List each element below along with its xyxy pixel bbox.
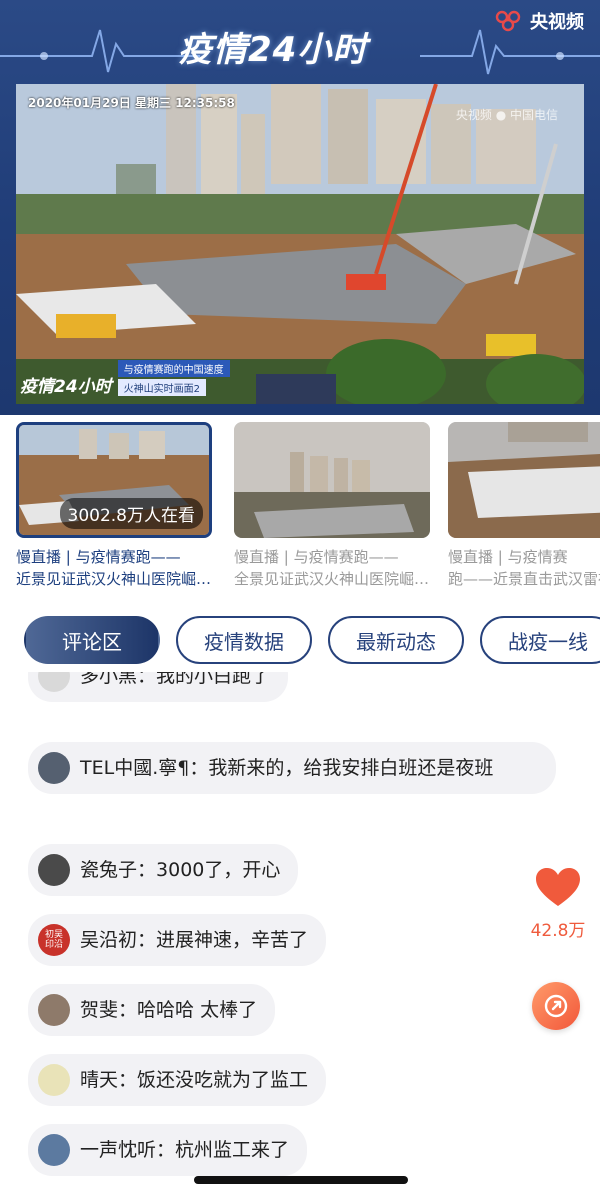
tab-epidemic-data[interactable]: 疫情数据 bbox=[176, 616, 312, 664]
comment-body: 哈哈哈 太棒了 bbox=[137, 999, 258, 1021]
avatar bbox=[38, 752, 70, 784]
avatar bbox=[38, 1064, 70, 1096]
comment-body: 3000了，开心 bbox=[156, 859, 281, 881]
show-title: 疫情24小时 bbox=[178, 30, 368, 70]
viewer-count: 3002.8万人在看 bbox=[59, 498, 203, 529]
header-banner: 疫情24小时 央视频 2020年01月29日 星期三 12:35:58 央视频 … bbox=[0, 0, 600, 415]
program-badge: 疫情24小时 与疫情赛跑的中国速度 火神山实时画面2 bbox=[20, 360, 230, 396]
channel-list[interactable]: 3002.8万人在看 慢直播 | 与疫情赛跑—— 近景见证武汉火神山医院崛… 慢… bbox=[16, 422, 600, 597]
caption-line-2: 跑——近景直击武汉雷神山医… bbox=[448, 570, 600, 588]
tab-frontline[interactable]: 战疫一线 bbox=[480, 616, 600, 664]
tab-comments[interactable]: 评论区 bbox=[24, 616, 160, 664]
comment-body: 杭州监工来了 bbox=[175, 1139, 290, 1161]
like-count: 42.8万 bbox=[530, 921, 586, 941]
comment-body: 饭还没吃就为了监工 bbox=[137, 1069, 309, 1091]
comment-text: 晴天：饭还没吃就为了监工 bbox=[80, 1069, 309, 1091]
program-title: 与疫情赛跑的中国速度 bbox=[117, 360, 230, 377]
video-watermark: 央视频 ● 中国电信 bbox=[455, 108, 558, 122]
share-button[interactable] bbox=[532, 982, 580, 1030]
avatar-seal: 初吴印沿 bbox=[38, 924, 70, 956]
comment-item: 一声忱听：杭州监工来了 bbox=[28, 1124, 308, 1176]
comment-text: 一声忱听：杭州监工来了 bbox=[80, 1139, 290, 1161]
brand-name: 央视频 bbox=[530, 12, 584, 33]
comment-user: TEL中國.寧¶ bbox=[80, 757, 190, 779]
video-timestamp: 2020年01月29日 星期三 12:35:58 bbox=[28, 96, 235, 110]
heart-icon bbox=[536, 868, 580, 906]
channel-card-1[interactable]: 3002.8万人在看 慢直播 | 与疫情赛跑—— 近景见证武汉火神山医院崛… bbox=[16, 422, 212, 590]
caption-line-2: 近景见证武汉火神山医院崛… bbox=[16, 570, 212, 588]
comment-list[interactable]: 多小黑：我的小白跑了 TEL中國.寧¶：我新来的，给我安排白班还是夜班 瓷兔子：… bbox=[0, 672, 600, 1195]
comment-item: 瓷兔子：3000了，开心 bbox=[28, 844, 299, 896]
caption-line-1: 慢直播 | 与疫情赛跑—— bbox=[234, 548, 399, 566]
comment-body: 我新来的，给我安排白班还是夜班 bbox=[208, 757, 494, 779]
construction-site-image bbox=[16, 84, 584, 404]
comment-body: 进展神速，辛苦了 bbox=[156, 929, 309, 951]
comment-user: 贺斐 bbox=[80, 999, 119, 1021]
comment-text: 瓷兔子：3000了，开心 bbox=[80, 859, 281, 881]
caption-line-1: 慢直播 | 与疫情赛 bbox=[448, 548, 568, 566]
comment-item: 晴天：饭还没吃就为了监工 bbox=[28, 1054, 327, 1106]
cctv-logo-icon bbox=[495, 10, 521, 32]
live-video-player[interactable]: 2020年01月29日 星期三 12:35:58 央视频 ● 中国电信 疫情24… bbox=[16, 84, 584, 404]
comment-item: 多小黑：我的小白跑了 bbox=[28, 672, 289, 702]
brand: 央视频 bbox=[494, 8, 584, 34]
avatar bbox=[38, 994, 70, 1026]
avatar bbox=[38, 854, 70, 886]
comment-text: 贺斐：哈哈哈 太棒了 bbox=[80, 999, 258, 1021]
avatar bbox=[38, 672, 70, 692]
comment-text: TEL中國.寧¶：我新来的，给我安排白班还是夜班 bbox=[80, 757, 494, 779]
comment-text: 多小黑：我的小白跑了 bbox=[80, 672, 270, 692]
comment-user: 多小黑 bbox=[80, 672, 138, 687]
channel-caption: 慢直播 | 与疫情赛跑—— 近景见证武汉火神山医院崛… bbox=[16, 546, 212, 590]
tab-latest-news[interactable]: 最新动态 bbox=[328, 616, 464, 664]
home-indicator[interactable] bbox=[194, 1176, 408, 1184]
channel-caption: 慢直播 | 与疫情赛 跑——近景直击武汉雷神山医… bbox=[448, 546, 600, 590]
comment-item: TEL中國.寧¶：我新来的，给我安排白班还是夜班 bbox=[28, 742, 556, 794]
channel-card-3[interactable]: 慢直播 | 与疫情赛 跑——近景直击武汉雷神山医… bbox=[448, 422, 600, 590]
comment-item: 贺斐：哈哈哈 太棒了 bbox=[28, 984, 276, 1036]
comment-user: 晴天 bbox=[80, 1069, 119, 1091]
comment-text: 吴沿初：进展神速，辛苦了 bbox=[80, 929, 309, 951]
channel-thumbnail: 3002.8万人在看 bbox=[16, 422, 212, 538]
section-tabs[interactable]: 评论区 疫情数据 最新动态 战疫一线 bbox=[24, 616, 600, 666]
like-button[interactable]: 42.8万 bbox=[528, 866, 588, 941]
avatar bbox=[38, 1134, 70, 1166]
channel-caption: 慢直播 | 与疫情赛跑—— 全景见证武汉火神山医院崛… bbox=[234, 546, 430, 590]
program-subtitle: 火神山实时画面2 bbox=[117, 379, 207, 396]
comment-body: 我的小白跑了 bbox=[156, 672, 271, 687]
comment-user: 瓷兔子 bbox=[80, 859, 138, 881]
comment-item: 初吴印沿 吴沿初：进展神速，辛苦了 bbox=[28, 914, 327, 966]
caption-line-2: 全景见证武汉火神山医院崛… bbox=[234, 570, 430, 588]
channel-thumbnail bbox=[234, 422, 430, 538]
channel-card-2[interactable]: 慢直播 | 与疫情赛跑—— 全景见证武汉火神山医院崛… bbox=[234, 422, 430, 590]
comment-user: 吴沿初 bbox=[80, 929, 138, 951]
program-logo: 疫情24小时 bbox=[20, 377, 112, 397]
channel-thumbnail bbox=[448, 422, 600, 538]
comment-user: 一声忱听 bbox=[80, 1139, 157, 1161]
share-arrow-icon bbox=[544, 994, 568, 1018]
caption-line-1: 慢直播 | 与疫情赛跑—— bbox=[16, 548, 181, 566]
